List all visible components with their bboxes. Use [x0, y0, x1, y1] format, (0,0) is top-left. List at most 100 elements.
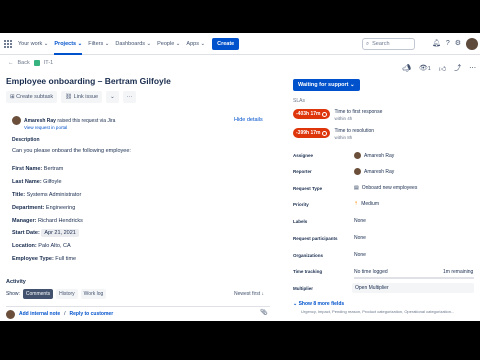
top-right-icons: 🔔︎ ? ⚙: [432, 38, 479, 50]
app-switcher-icon[interactable]: [4, 39, 12, 48]
field-label: Start Date:: [12, 230, 40, 236]
reporter-value[interactable]: Amaresh Ray: [354, 168, 394, 175]
field-start-date: Start Date: Apr 21, 2021: [12, 229, 79, 237]
description-text[interactable]: Can you please onboard the following emp…: [12, 148, 131, 154]
field-label: Manager:: [12, 218, 37, 224]
nav-apps[interactable]: Apps ⌄: [186, 41, 205, 47]
nav-projects[interactable]: Projects ⌄: [54, 41, 82, 55]
field-value: Bertram: [42, 166, 64, 172]
time-tracking-value[interactable]: No time logged: [354, 269, 388, 275]
field-last-name: Last Name: Gilfoyle: [12, 179, 62, 185]
sla-title: Time to resolution: [334, 128, 375, 134]
sla-first-response: -403h 17m Time to first response within …: [293, 109, 382, 121]
request-type-icon: ▤: [354, 185, 359, 191]
create-subtask-button[interactable]: ⊞ Create subtask: [6, 91, 58, 103]
help-icon[interactable]: ?: [446, 38, 450, 50]
reply-to-customer-link[interactable]: Reply to customer: [70, 311, 114, 317]
back-arrow-icon[interactable]: ←: [8, 60, 14, 66]
sort-order-button[interactable]: Newest first ↓: [234, 291, 264, 297]
request-type-value[interactable]: ▤ Onboard new employees: [354, 185, 417, 191]
settings-gear-icon[interactable]: ⚙: [455, 38, 461, 50]
more-actions-button[interactable]: ···: [122, 91, 137, 103]
search-icon: ⌕: [366, 40, 370, 47]
open-multiplier-button[interactable]: Open Multiplier: [352, 283, 474, 293]
issue-key-link[interactable]: IT-1: [44, 60, 53, 66]
separator: /: [64, 311, 66, 317]
nav-filters[interactable]: Filters ⌄: [88, 41, 109, 47]
more-icon[interactable]: ⋯: [469, 64, 476, 72]
jira-app: Your work ⌄ Projects ⌄ Filters ⌄ Dashboa…: [0, 33, 480, 321]
request-type-name: Onboard new employees: [361, 185, 418, 191]
field-value: Richard Hendricks: [36, 218, 83, 224]
clock-icon: [322, 130, 328, 136]
show-more-sub: Urgency, Impact, Pending reason, Product…: [301, 309, 455, 314]
labels-value[interactable]: None: [354, 218, 366, 224]
back-link[interactable]: Back: [18, 60, 30, 66]
megaphone-icon[interactable]: 📣︎: [402, 64, 411, 72]
add-internal-note-link[interactable]: Add internal note: [19, 311, 60, 317]
reporter-name-field: Amaresh Ray: [364, 168, 395, 175]
watch-eye-icon[interactable]: 👁︎1: [419, 64, 431, 72]
sla-sub: within 8h: [334, 135, 353, 140]
share-icon[interactable]: ⤴: [454, 63, 461, 73]
link-issue-button[interactable]: ⛓ Link issue: [61, 91, 103, 103]
sla-resolution: -399h 17m Time to resolution within 8h: [293, 128, 374, 140]
notifications-icon[interactable]: 🔔︎: [432, 38, 441, 50]
breadcrumb: ← Back IT-1: [8, 60, 53, 66]
tab-history[interactable]: History: [56, 289, 78, 299]
assignee-value[interactable]: Amaresh Ray: [354, 152, 394, 159]
field-label: First Name:: [12, 166, 43, 172]
issue-action-bar: ⊞ Create subtask ⛓ Link issue ⌄ ···: [6, 91, 137, 103]
nav-people[interactable]: People ⌄: [157, 41, 180, 47]
attachment-clip-icon[interactable]: 📎︎: [260, 309, 268, 316]
search-placeholder: Search: [372, 41, 390, 47]
priority-medium-icon: ⇡: [354, 201, 359, 207]
date-chip[interactable]: Apr 21, 2021: [41, 229, 79, 237]
thumbs-up-icon[interactable]: 👍︎: [439, 64, 446, 73]
field-department: Department: Engineering: [12, 205, 75, 211]
hide-details-link[interactable]: Hide details: [234, 117, 263, 123]
avatar: [6, 309, 15, 319]
description-label: Description: [12, 137, 40, 143]
link-issue-dropdown[interactable]: ⌄: [106, 91, 119, 103]
priority-name: Medium: [361, 201, 379, 207]
avatar: [354, 152, 361, 159]
field-label: Employee Type:: [12, 256, 54, 262]
request-participants-value[interactable]: None: [354, 235, 366, 241]
view-request-link[interactable]: View request in portal: [24, 125, 67, 130]
status-dropdown-button[interactable]: Waiting for support ⌄: [293, 79, 360, 91]
field-location: Location: Palo Alto, CA: [12, 243, 71, 249]
field-value: Engineering: [44, 205, 76, 211]
search-input[interactable]: ⌕ Search: [362, 38, 415, 50]
field-value: Palo Alto, CA: [36, 243, 71, 249]
avatar: [12, 116, 21, 125]
organizations-label: Organizations: [293, 253, 324, 258]
create-button[interactable]: Create: [212, 37, 240, 50]
field-value: Systems Administrator: [25, 192, 82, 198]
activity-filter: Show: Comments History Work log: [6, 289, 107, 299]
priority-value[interactable]: ⇡ Medium: [354, 201, 379, 207]
reporter-line: Amaresh Ray raised this request via Jira: [12, 116, 115, 125]
field-value: Gilfoyle: [41, 179, 62, 185]
nav-your-work[interactable]: Your work ⌄: [18, 41, 48, 47]
field-first-name: First Name: Bertram: [12, 166, 63, 172]
reporter-rest: raised this request via Jira: [55, 117, 116, 124]
show-more-fields-link[interactable]: ⌄ Show 8 more fields: [293, 301, 344, 307]
organizations-value[interactable]: None: [354, 252, 366, 258]
activity-heading: Activity: [6, 279, 26, 285]
sla-badge: -403h 17m: [293, 109, 331, 119]
page-title[interactable]: Employee onboarding – Bertram Gilfoyle: [6, 76, 171, 86]
sla-sub: within 4h: [334, 116, 353, 121]
tab-comments[interactable]: Comments: [22, 289, 54, 299]
show-more-label: Show 8 more fields: [298, 301, 345, 307]
clock-icon: [322, 111, 328, 117]
nav-dashboards[interactable]: Dashboards ⌄: [115, 41, 151, 47]
show-label: Show:: [6, 291, 20, 297]
tab-work-log[interactable]: Work log: [80, 289, 107, 299]
avatar[interactable]: [466, 38, 479, 50]
multiplier-label: Multiplier: [293, 286, 313, 291]
sla-badge-text: -403h 17m: [296, 111, 321, 117]
reporter-name[interactable]: Amaresh Ray: [24, 118, 56, 124]
sla-title: Time to first response: [334, 109, 383, 115]
time-remaining: 1m remaining: [443, 269, 474, 275]
